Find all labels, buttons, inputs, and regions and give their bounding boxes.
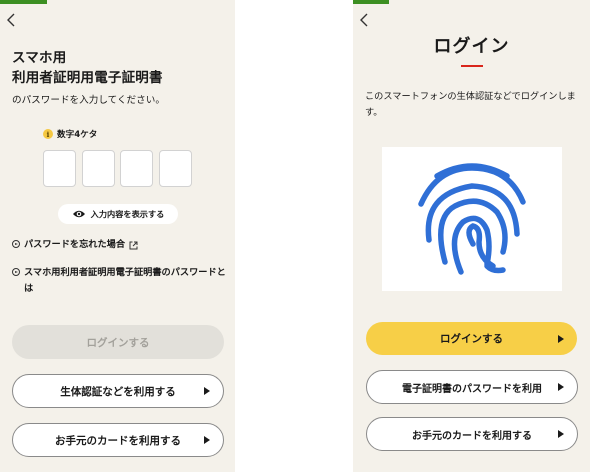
fingerprint-icon	[418, 163, 526, 275]
login-button-disabled[interactable]: ログインする	[12, 325, 224, 359]
forgot-password-label: パスワードを忘れた場合	[24, 239, 126, 250]
card-button-label: お手元のカードを利用する	[55, 434, 181, 447]
back-button[interactable]	[4, 12, 20, 28]
login-button-label: ログインする	[440, 333, 503, 345]
play-arrow-icon	[558, 430, 564, 438]
cert-password-button-label: 電子証明書のパスワードを利用	[402, 383, 542, 395]
eye-icon	[72, 210, 85, 218]
progress-bar-fill	[0, 0, 47, 4]
progress-bar	[0, 0, 235, 4]
show-input-label: 入力内容を表示する	[90, 209, 165, 219]
page-description: このスマートフォンの生体認証などでログインします。	[365, 91, 576, 118]
progress-bar	[353, 0, 590, 4]
pin-digit-input-2[interactable]	[82, 150, 115, 187]
progress-bar-fill	[353, 0, 389, 4]
page-subtitle: のパスワードを入力してください。	[12, 95, 165, 106]
chevron-left-icon	[360, 13, 368, 27]
password-entry-screen: スマホ用 利用者証明用電子証明書 のパスワードを入力してください。 i 数字4ケ…	[0, 0, 235, 472]
pin-hint: i 数字4ケタ	[43, 128, 97, 140]
fingerprint-image	[382, 147, 562, 291]
card-login-button[interactable]: お手元のカードを利用する	[366, 417, 578, 451]
back-button[interactable]	[357, 12, 373, 28]
title-underline	[461, 65, 483, 67]
page-title-line1: スマホ用	[12, 50, 67, 66]
external-link-icon	[129, 241, 138, 250]
page-title: スマホ用 利用者証明用電子証明書	[12, 48, 163, 88]
pin-digit-input-3[interactable]	[120, 150, 153, 187]
play-arrow-icon	[558, 383, 564, 391]
info-icon: i	[43, 129, 53, 139]
login-button-label: ログインする	[86, 336, 150, 349]
card-button-label: お手元のカードを利用する	[412, 430, 532, 442]
page-title-line2: 利用者証明用電子証明書	[12, 70, 163, 86]
play-arrow-icon	[558, 334, 564, 343]
play-arrow-icon	[204, 387, 210, 395]
cert-password-button[interactable]: 電子証明書のパスワードを利用	[366, 370, 578, 404]
card-login-button[interactable]: お手元のカードを利用する	[12, 423, 224, 457]
biometric-login-screen: ログイン このスマートフォンの生体認証などでログインします。 ログインする 電子…	[353, 0, 590, 472]
show-input-button[interactable]: 入力内容を表示する	[58, 204, 178, 224]
circle-play-icon	[12, 268, 20, 276]
circle-play-icon	[12, 240, 20, 248]
chevron-left-icon	[7, 13, 15, 27]
biometric-button-label: 生体認証などを利用する	[60, 385, 176, 398]
forgot-password-link[interactable]: パスワードを忘れた場合	[12, 237, 227, 253]
pin-hint-text: 数字4ケタ	[57, 130, 98, 140]
pin-digit-input-1[interactable]	[43, 150, 76, 187]
about-password-link[interactable]: スマホ用利用者証明用電子証明書のパスワードとは	[12, 265, 227, 297]
about-password-label: スマホ用利用者証明用電子証明書のパスワードとは	[24, 267, 226, 294]
page-title: ログイン	[433, 36, 510, 57]
pin-digit-input-4[interactable]	[159, 150, 192, 187]
play-arrow-icon	[204, 436, 210, 444]
login-button[interactable]: ログインする	[366, 322, 577, 355]
biometric-login-button[interactable]: 生体認証などを利用する	[12, 374, 224, 408]
